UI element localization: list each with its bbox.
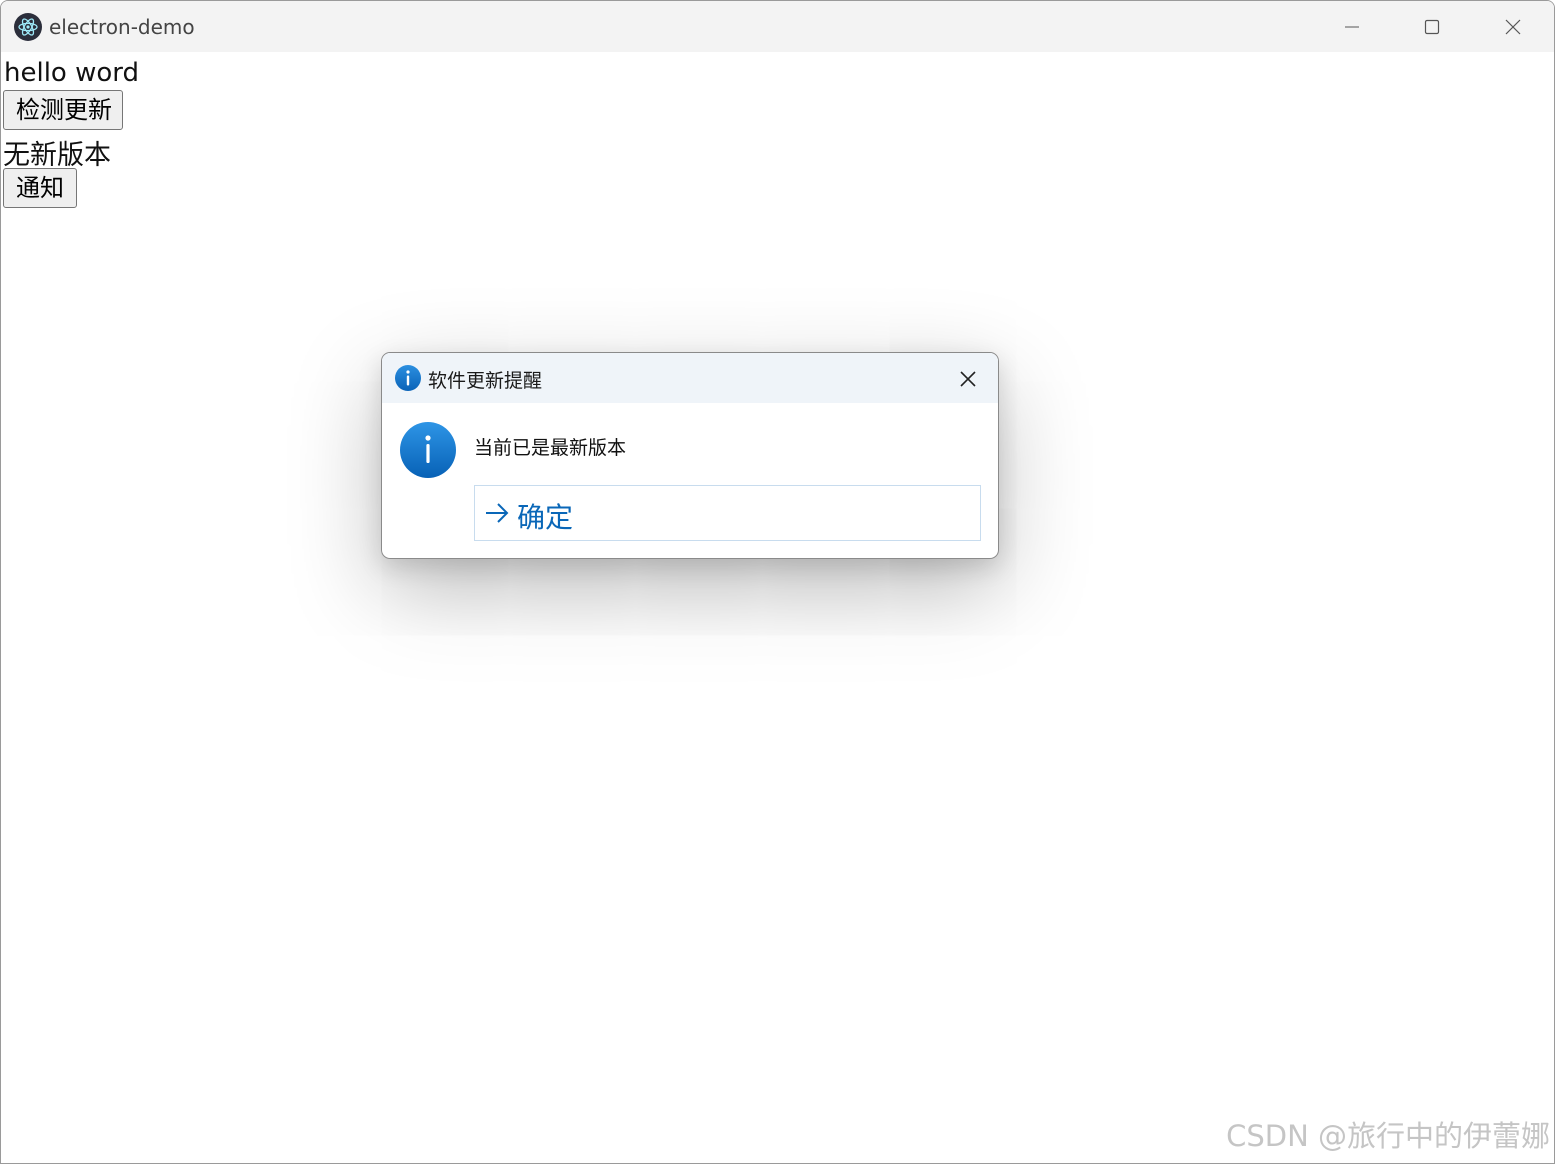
minimize-button[interactable] [1312,1,1392,52]
dialog-close-button[interactable] [954,365,982,393]
window-title: electron-demo [49,15,195,39]
title-bar[interactable]: electron-demo [1,1,1554,52]
maximize-icon [1424,19,1440,34]
close-icon [1505,19,1521,34]
notify-button[interactable]: 通知 [3,168,77,208]
app-window: electron-demo hello word 检测更新 无新版本 通知 CS… [0,0,1555,1164]
page-content: hello word 检测更新 无新版本 通知 [3,53,1554,1163]
info-icon [400,422,456,478]
close-icon [960,371,976,387]
minimize-icon [1345,26,1359,27]
update-status-text: 无新版本 [3,140,111,171]
dialog-title: 软件更新提醒 [428,370,543,392]
check-update-button[interactable]: 检测更新 [3,90,123,130]
confirm-label: 确定 [517,501,574,534]
arrow-right-icon [486,503,509,523]
info-icon [395,365,421,391]
close-window-button[interactable] [1473,1,1553,52]
electron-atom-icon [14,13,42,41]
watermark: CSDN @旅行中的伊蕾娜 [1226,1119,1550,1153]
dialog-message: 当前已是最新版本 [474,437,627,459]
confirm-button[interactable]: 确定 [474,485,981,541]
update-dialog: 软件更新提醒 当前已是最新版本 确定 [381,352,999,559]
dialog-title-bar[interactable]: 软件更新提醒 [382,353,998,403]
page-heading: hello word [4,58,140,88]
maximize-button[interactable] [1392,1,1472,52]
